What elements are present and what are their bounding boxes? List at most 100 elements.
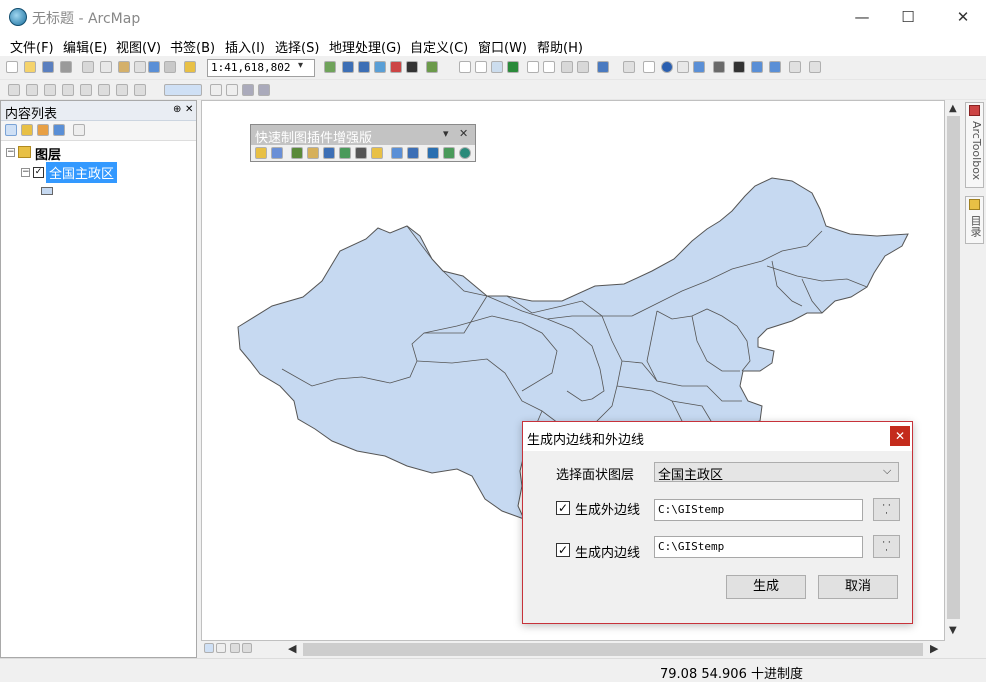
dialog-close-button[interactable]: ✕ <box>890 426 910 446</box>
list-by-selection-icon[interactable] <box>53 124 65 136</box>
layout-zoom-icon[interactable] <box>26 84 38 96</box>
go-to-xy-icon[interactable] <box>769 61 781 73</box>
add-data-icon[interactable] <box>184 61 196 73</box>
plugin-toolbar-dropdown-icon[interactable]: ▾ <box>443 127 449 140</box>
plugin-tool-4-icon[interactable] <box>307 147 319 159</box>
menu-geoprocessing[interactable]: 地理处理(G) <box>329 37 401 56</box>
measure-icon[interactable] <box>713 61 725 73</box>
layout-tool-icon[interactable] <box>8 84 20 96</box>
redo-icon[interactable] <box>164 61 176 73</box>
draft-mode-icon[interactable] <box>210 84 222 96</box>
maximize-button[interactable]: ☐ <box>885 0 931 34</box>
plugin-tool-1-icon[interactable] <box>255 147 267 159</box>
data-driven-pages-icon[interactable] <box>258 84 270 96</box>
outer-line-browse-button[interactable]: · · · <box>873 498 900 521</box>
plugin-tool-12-icon[interactable] <box>443 147 455 159</box>
create-viewer-icon[interactable] <box>809 61 821 73</box>
menu-windows[interactable]: 窗口(W) <box>478 37 527 56</box>
plugin-toolbar-close-icon[interactable]: ✕ <box>459 127 468 140</box>
layout-view-icon[interactable] <box>216 643 226 653</box>
identify-icon[interactable] <box>661 61 673 73</box>
menu-edit[interactable]: 编辑(E) <box>63 37 107 56</box>
html-popup-icon[interactable] <box>693 61 705 73</box>
data-view-icon[interactable] <box>204 643 214 653</box>
undo-icon[interactable] <box>148 61 160 73</box>
clear-selection-icon[interactable] <box>623 61 635 73</box>
layout-zoom-whole-icon[interactable] <box>116 84 128 96</box>
outer-line-path-input[interactable]: C:\GIStemp <box>654 499 863 521</box>
menu-selection[interactable]: 选择(S) <box>275 37 319 56</box>
cancel-button[interactable]: 取消 <box>818 575 898 599</box>
scroll-down-icon[interactable]: ▼ <box>949 625 957 636</box>
scroll-up-icon[interactable]: ▲ <box>949 103 957 114</box>
layer-collapse-icon[interactable]: − <box>21 168 30 177</box>
pan-icon[interactable] <box>491 61 503 73</box>
layout-fixed-icon[interactable] <box>80 84 92 96</box>
search-window-icon[interactable] <box>374 61 386 73</box>
menu-bookmarks[interactable]: 书签(B) <box>170 37 215 56</box>
layout-100-icon[interactable] <box>134 84 146 96</box>
delete-icon[interactable] <box>134 61 146 73</box>
plugin-tool-7-icon[interactable] <box>355 147 367 159</box>
scale-dropdown-icon[interactable]: ▾ <box>298 60 303 71</box>
select-features-icon[interactable] <box>597 61 609 73</box>
paste-icon[interactable] <box>118 61 130 73</box>
toc-close-icon[interactable]: ✕ <box>185 104 193 115</box>
layer-visibility-checkbox[interactable]: ✓ <box>33 167 44 178</box>
plugin-tool-8-icon[interactable] <box>371 147 383 159</box>
full-extent-icon[interactable] <box>507 61 519 73</box>
toolbox-icon[interactable] <box>390 61 402 73</box>
plugin-tool-10-icon[interactable] <box>407 147 419 159</box>
select-elements-icon[interactable] <box>643 61 655 73</box>
forward-icon[interactable] <box>577 61 589 73</box>
focus-frame-icon[interactable] <box>226 84 238 96</box>
cut-icon[interactable] <box>82 61 94 73</box>
fixed-zoom-out-icon[interactable] <box>543 61 555 73</box>
menu-customize[interactable]: 自定义(C) <box>410 37 468 56</box>
menu-view[interactable]: 视图(V) <box>116 37 161 56</box>
plugin-tool-2-icon[interactable] <box>271 147 283 159</box>
plugin-tool-6-icon[interactable] <box>339 147 351 159</box>
map-vertical-scrollbar[interactable]: ▲ ▼ <box>945 100 962 641</box>
layout-pan-icon[interactable] <box>44 84 56 96</box>
menu-help[interactable]: 帮助(H) <box>537 37 583 56</box>
new-document-icon[interactable] <box>6 61 18 73</box>
plugin-tool-5-icon[interactable] <box>323 147 335 159</box>
hyperlink-icon[interactable] <box>677 61 689 73</box>
outer-line-checkbox[interactable]: ✓ <box>556 501 570 515</box>
save-icon[interactable] <box>42 61 54 73</box>
layout-extent-icon[interactable] <box>62 84 74 96</box>
plugin-tool-9-icon[interactable] <box>391 147 403 159</box>
inner-line-browse-button[interactable]: · · · <box>873 535 900 558</box>
layers-root-label[interactable]: 图层 <box>35 144 61 163</box>
zoom-in-icon[interactable] <box>459 61 471 73</box>
zoom-out-icon[interactable] <box>475 61 487 73</box>
find-icon[interactable] <box>733 61 745 73</box>
editor-icon[interactable] <box>324 61 336 73</box>
print-icon[interactable] <box>60 61 72 73</box>
list-by-drawing-order-icon[interactable] <box>5 124 17 136</box>
back-icon[interactable] <box>561 61 573 73</box>
plugin-tool-13-icon[interactable] <box>459 147 471 159</box>
generate-button[interactable]: 生成 <box>726 575 806 599</box>
plugin-tool-11-icon[interactable] <box>427 147 439 159</box>
find-route-icon[interactable] <box>751 61 763 73</box>
list-by-visibility-icon[interactable] <box>37 124 49 136</box>
layer-symbol-swatch[interactable] <box>41 187 53 195</box>
inner-line-path-input[interactable]: C:\GIStemp <box>654 536 863 558</box>
tree-collapse-icon[interactable]: − <box>6 148 15 157</box>
layout-zoom-select-icon[interactable] <box>164 84 202 96</box>
copy-icon[interactable] <box>100 61 112 73</box>
map-horizontal-scrollbar[interactable]: ◀ ▶ <box>285 641 945 658</box>
refresh-view-icon[interactable] <box>230 643 240 653</box>
model-builder-icon[interactable] <box>426 61 438 73</box>
scroll-right-icon[interactable]: ▶ <box>930 642 938 655</box>
layout-page-icon[interactable] <box>98 84 110 96</box>
list-by-source-icon[interactable] <box>21 124 33 136</box>
pin-icon[interactable]: ⊕ <box>173 104 181 115</box>
inner-line-checkbox[interactable]: ✓ <box>556 543 570 557</box>
toc-options-icon[interactable] <box>73 124 85 136</box>
polygon-layer-select[interactable]: 全国主政区 ⌵ <box>654 462 899 483</box>
horizontal-scroll-thumb[interactable] <box>303 643 923 656</box>
fixed-zoom-in-icon[interactable] <box>527 61 539 73</box>
